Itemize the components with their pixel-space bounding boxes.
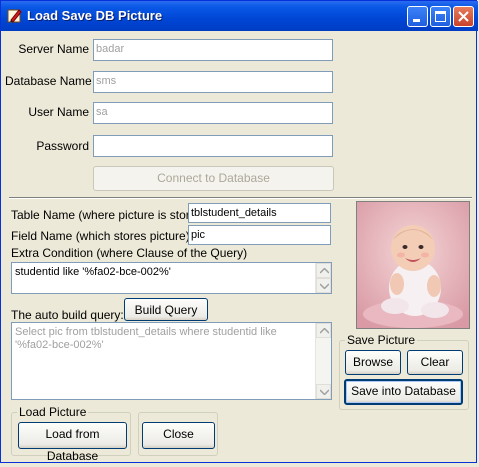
minimize-icon [413,19,420,22]
chevron-up-icon [320,328,329,334]
build-query-button[interactable]: Build Query [124,298,208,321]
auto-query-text: Select pic from tblstudent_details where… [15,326,277,351]
clear-button[interactable]: Clear [407,350,463,375]
close-icon [458,11,469,22]
extra-condition-text: studentid like '%fa02-bce-002%' [15,266,171,278]
window-title: Load Save DB Picture [27,8,163,23]
close-button[interactable]: Close [142,422,215,449]
server-name-label: Server Name [18,42,89,56]
chevron-down-icon [320,283,329,289]
server-name-input[interactable]: badar [93,39,333,61]
user-name-label: User Name [28,105,89,119]
maximize-icon [435,11,446,22]
scroll-up-button[interactable] [316,323,331,338]
minimize-button[interactable] [407,6,428,27]
close-window-button[interactable] [453,6,474,27]
table-name-input[interactable]: tblstudent_details [188,203,331,223]
auto-query-label: The auto build query: [11,308,124,322]
picture-box [356,201,470,329]
chevron-down-icon [320,389,329,395]
connect-button[interactable]: Connect to Database [93,166,334,191]
save-picture-legend: Save Picture [345,333,418,347]
extra-condition-label: Extra Condition (where Clause of the Que… [11,246,248,260]
scroll-up-button[interactable] [316,263,331,278]
password-input[interactable] [93,135,333,157]
app-icon [7,9,22,23]
scroll-down-button[interactable] [316,278,331,293]
extra-condition-scrollbar[interactable] [315,263,331,293]
separator [9,197,472,199]
database-name-input[interactable]: sms [93,71,333,93]
title-bar[interactable]: Load Save DB Picture [1,1,478,31]
field-name-label: Field Name (which stores picture) [11,229,190,243]
table-name-label: Table Name (where picture is stored) [11,208,208,222]
field-name-input[interactable]: pic [188,225,331,245]
auto-query-textarea[interactable]: Select pic from tblstudent_details where… [11,322,332,400]
maximize-button[interactable] [430,6,451,27]
extra-condition-textarea[interactable]: studentid like '%fa02-bce-002%' [11,262,332,294]
password-label: Password [36,139,89,153]
main-window: Load Save DB Picture Server Name badar D… [0,0,478,463]
auto-query-scrollbar[interactable] [315,323,331,399]
scroll-down-button[interactable] [316,384,331,399]
chevron-up-icon [320,268,329,274]
browse-button[interactable]: Browse [345,350,401,375]
load-from-database-button[interactable]: Load from Database [18,422,127,463]
user-name-input[interactable]: sa [93,102,333,124]
baby-photo [357,202,469,328]
database-name-label: Database Name [5,74,92,88]
load-picture-legend: Load Picture [17,405,89,419]
save-into-database-button[interactable]: Save into Database [344,379,463,405]
